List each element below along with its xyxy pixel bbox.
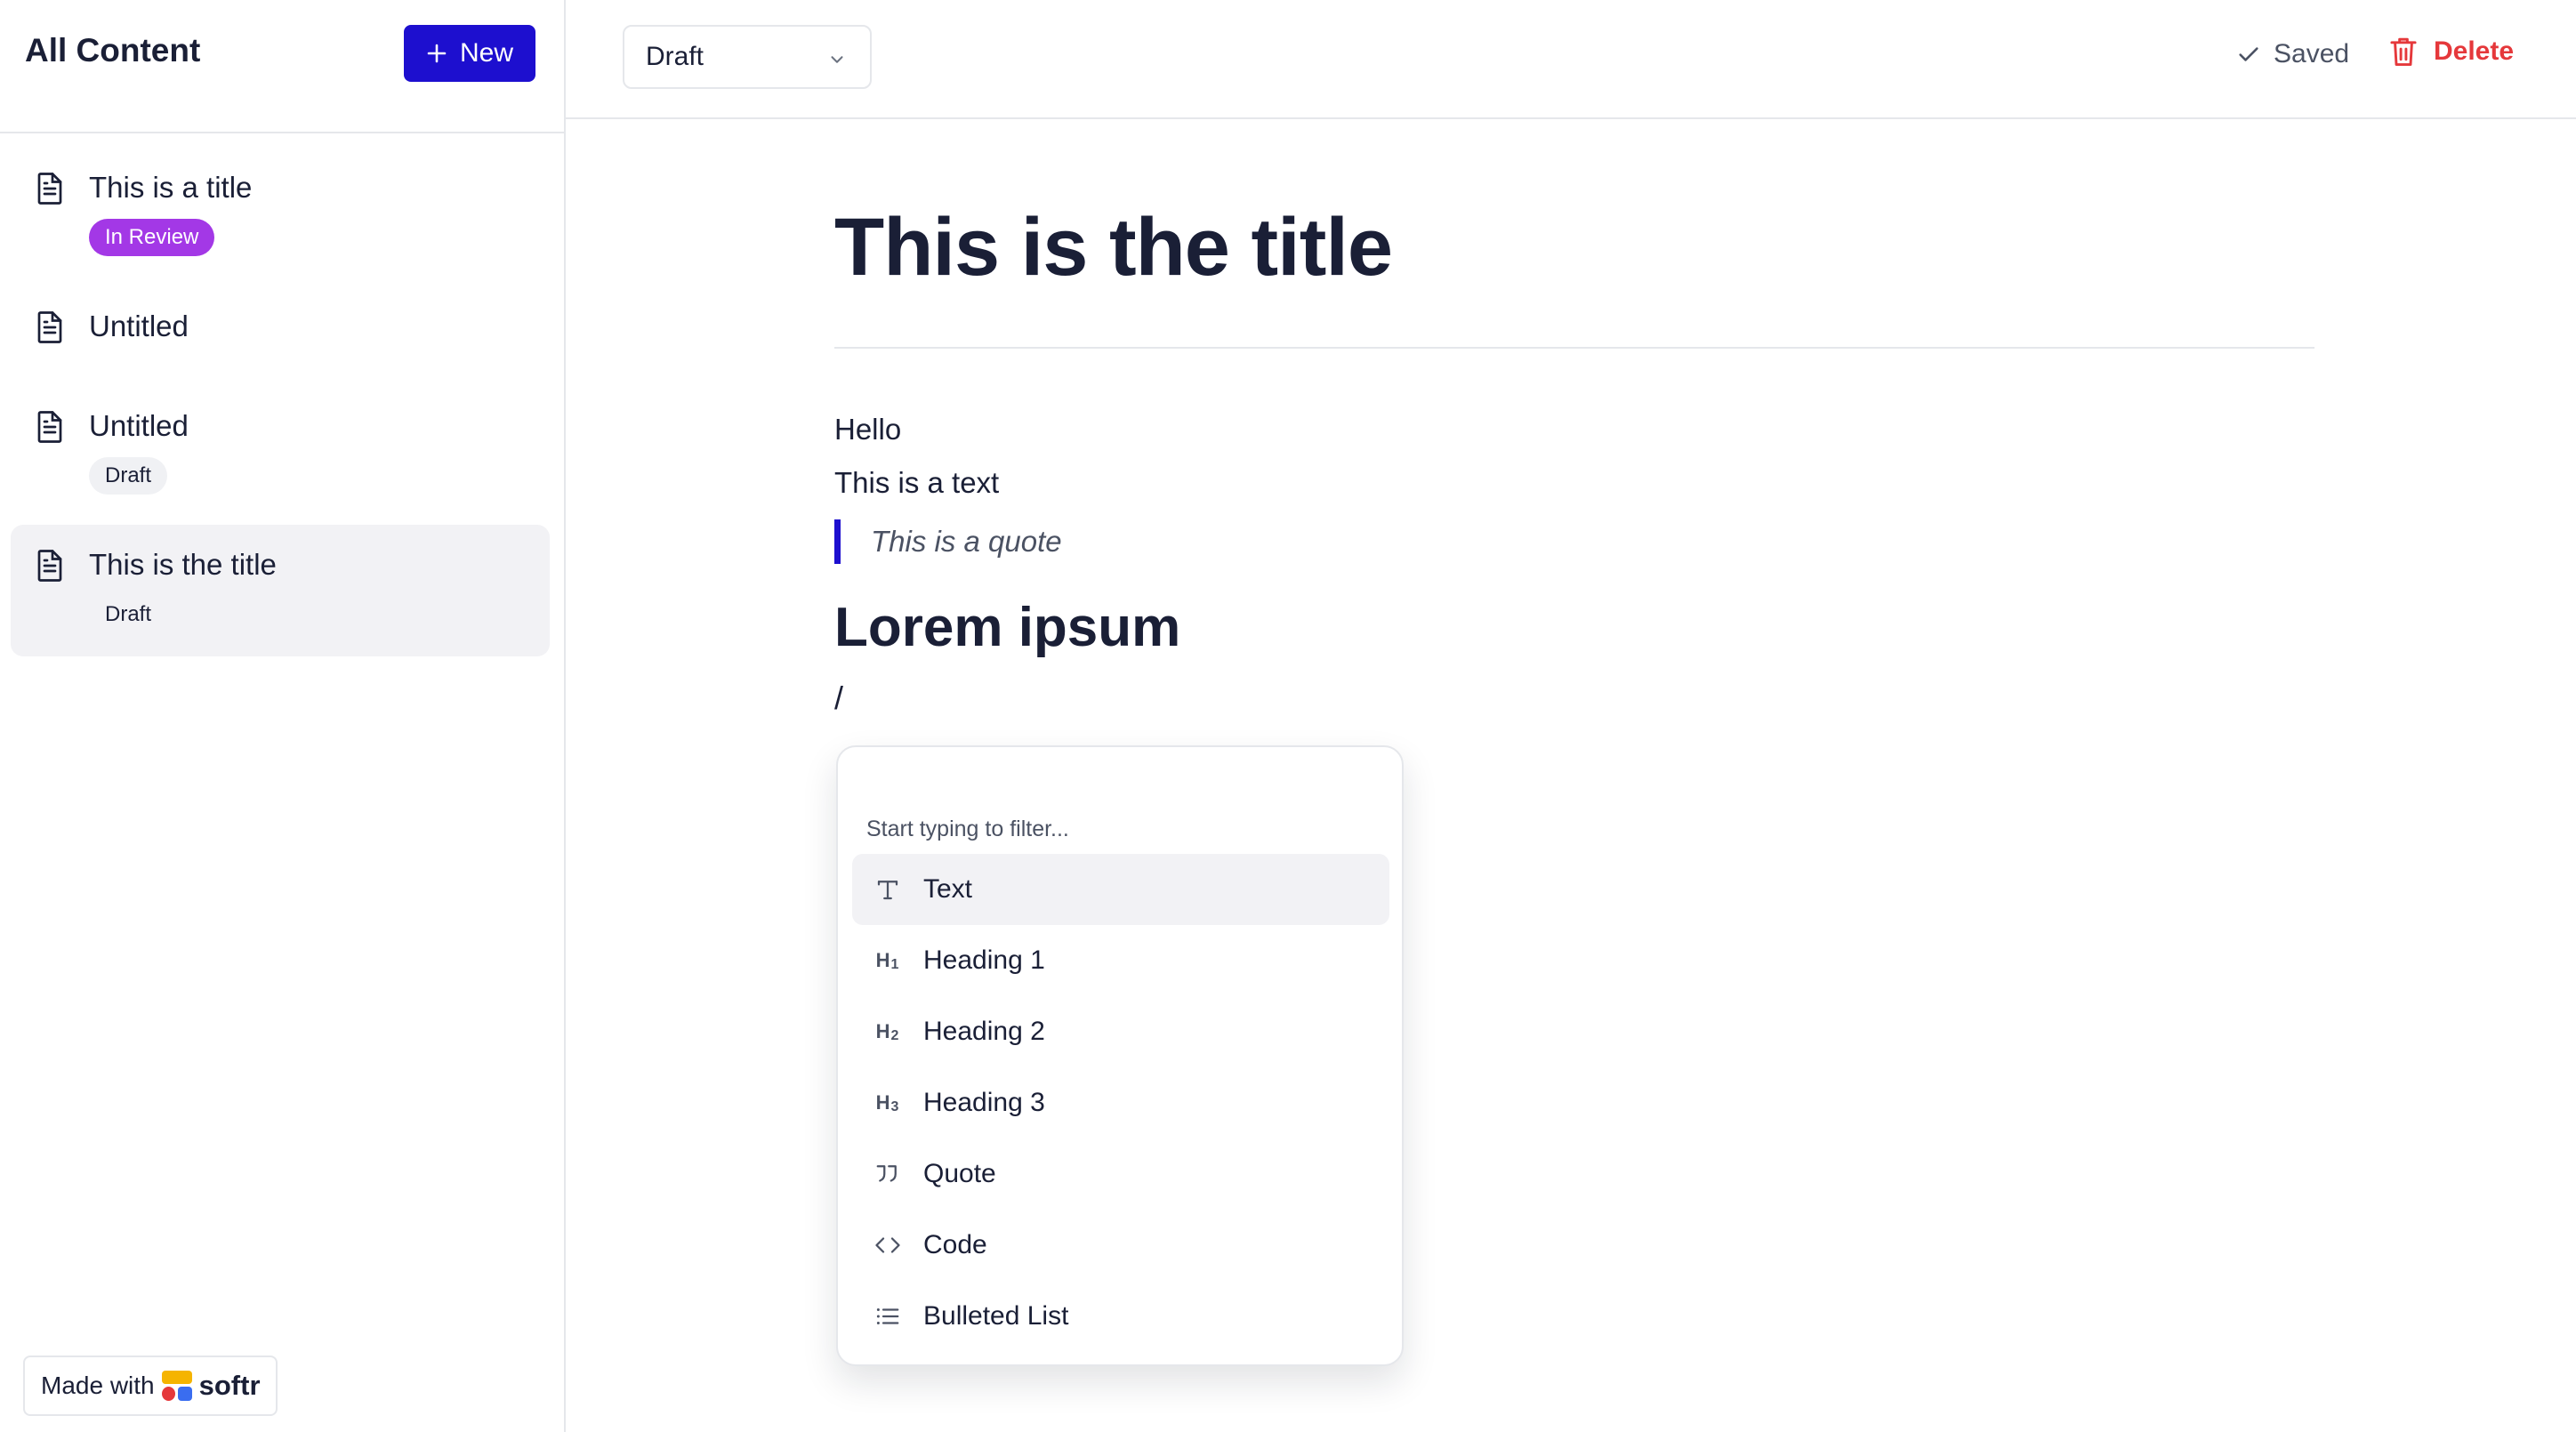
menu-item-label: Text <box>923 874 973 904</box>
document-icon <box>37 550 62 582</box>
sidebar-item-label: Untitled <box>89 310 189 342</box>
menu-item-bulleted-list[interactable]: Bulleted List <box>852 1281 1389 1352</box>
heading-1-icon: H1 <box>875 948 900 972</box>
menu-item-heading-3[interactable]: H3 Heading 3 <box>852 1067 1389 1138</box>
paragraph[interactable]: Hello <box>834 413 901 446</box>
menu-item-label: Heading 3 <box>923 1088 1045 1117</box>
quote-icon <box>870 1156 906 1192</box>
sidebar-item[interactable]: Untitled <box>11 295 550 366</box>
trash-icon <box>2390 37 2417 66</box>
menu-item-label: Heading 2 <box>923 1017 1045 1046</box>
menu-item-text[interactable]: Text <box>852 854 1389 925</box>
chevron-down-icon <box>831 56 843 63</box>
code-icon <box>870 1227 906 1263</box>
slash-command-menu: Start typing to filter... Text H1 Headin… <box>836 745 1404 1366</box>
editor-toolbar: Draft Saved Delete <box>566 0 2576 119</box>
status-badge: In Review <box>89 219 215 256</box>
sidebar-item[interactable]: Untitled Draft <box>11 395 550 511</box>
status-badge: Draft <box>89 457 168 495</box>
softr-logo-icon <box>161 1371 192 1401</box>
title-divider <box>834 347 2314 349</box>
delete-button[interactable]: Delete <box>2389 36 2514 68</box>
heading-2-icon: H2 <box>875 1019 900 1043</box>
document-title[interactable]: This is the title <box>834 201 1393 294</box>
delete-label: Delete <box>2434 36 2515 66</box>
sidebar-title: All Content <box>25 32 201 68</box>
sidebar-item-label: Untitled <box>89 409 189 442</box>
made-with-label: Made with <box>41 1372 155 1399</box>
document-icon <box>37 311 62 343</box>
menu-item-label: Heading 1 <box>923 945 1045 975</box>
bulleted-list-icon <box>870 1299 906 1334</box>
menu-item-code[interactable]: Code <box>852 1210 1389 1281</box>
document-icon <box>37 411 62 443</box>
menu-item-label: Code <box>923 1230 987 1259</box>
sidebar: All Content New This is a title In Revie… <box>0 0 566 1432</box>
menu-item-label: Quote <box>923 1159 996 1188</box>
heading-block[interactable]: Lorem ipsum <box>834 596 1180 659</box>
new-button[interactable]: New <box>404 25 535 82</box>
sidebar-item-active[interactable]: This is the title Draft <box>11 525 550 656</box>
menu-filter-hint: Start typing to filter... <box>866 817 1069 841</box>
saved-label: Saved <box>2274 39 2350 68</box>
new-button-label: New <box>459 38 513 68</box>
menu-item-heading-2[interactable]: H2 Heading 2 <box>852 996 1389 1067</box>
sidebar-header: All Content New <box>0 0 564 133</box>
saved-indicator: Saved <box>2236 39 2349 69</box>
sidebar-item[interactable]: This is a title In Review <box>11 157 550 272</box>
document-icon <box>37 173 62 205</box>
status-badge: Draft <box>105 602 152 626</box>
softr-brand-text: softr <box>198 1370 261 1401</box>
quote-block[interactable]: This is a quote <box>834 519 1062 564</box>
menu-item-quote[interactable]: Quote <box>852 1138 1389 1210</box>
sidebar-item-label: This is a title <box>89 171 253 204</box>
plus-icon <box>427 44 447 63</box>
check-icon <box>2239 47 2258 61</box>
sidebar-item-label: This is the title <box>89 548 277 581</box>
menu-item-label: Bulleted List <box>923 1301 1069 1331</box>
text-icon <box>870 872 906 907</box>
menu-item-heading-1[interactable]: H1 Heading 1 <box>852 925 1389 996</box>
paragraph[interactable]: This is a text <box>834 466 999 500</box>
heading-3-icon: H3 <box>875 1090 900 1114</box>
status-select-value: Draft <box>646 42 704 71</box>
status-select[interactable]: Draft <box>623 25 872 89</box>
slash-command-input[interactable]: / <box>834 680 843 717</box>
made-with-softr-badge[interactable]: Made with softr <box>23 1356 278 1416</box>
